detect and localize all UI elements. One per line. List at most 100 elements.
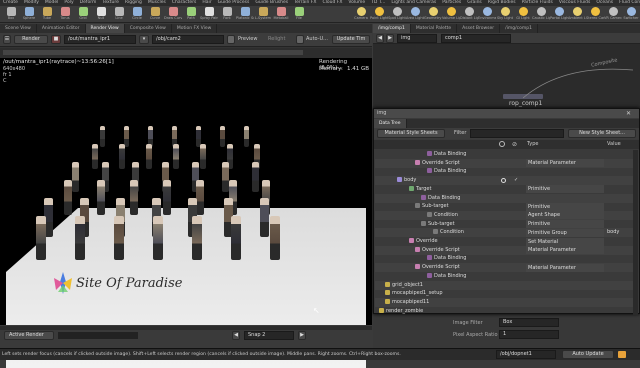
tab-data-tree[interactable]: Data Tree bbox=[374, 119, 407, 128]
tab-render-view[interactable]: Render View bbox=[85, 24, 125, 33]
shelf-tool-tube[interactable]: Tube bbox=[38, 6, 56, 22]
preview-checkbox[interactable] bbox=[227, 35, 235, 44]
tree-row[interactable]: Data Binding bbox=[375, 254, 637, 263]
tree-row-type[interactable]: Material Parameter bbox=[526, 263, 604, 272]
data-tree-titlebar[interactable]: img ✕ bbox=[374, 109, 639, 118]
tab--img-comp1[interactable]: /img/comp1 bbox=[500, 24, 538, 33]
shelf-tool-platonic-solids[interactable]: Platonic Solids bbox=[236, 6, 254, 22]
shelf-tool-point-light[interactable]: Point Light bbox=[370, 6, 388, 22]
mode-dropdown[interactable]: Material Style Sheets bbox=[377, 129, 445, 138]
tab-scene-view[interactable]: Scene View bbox=[0, 24, 37, 33]
tab-composite-view[interactable]: Composite View bbox=[125, 24, 172, 33]
path-comp[interactable]: comp1 bbox=[441, 34, 511, 43]
tree-row[interactable]: Data Binding bbox=[375, 150, 637, 159]
new-style-sheet-button[interactable]: New Style Sheet... bbox=[568, 129, 636, 138]
back-icon[interactable]: ◀ bbox=[376, 34, 384, 43]
path-img[interactable]: img bbox=[397, 34, 437, 43]
update-mode-icon[interactable] bbox=[618, 351, 626, 358]
shelf-tool-camera[interactable]: Camera bbox=[352, 6, 370, 22]
camera-path-field[interactable]: /obj/cam2 bbox=[152, 35, 224, 44]
pixel-aspect-field[interactable]: 1 bbox=[499, 330, 559, 339]
close-icon[interactable]: ✕ bbox=[626, 109, 631, 118]
shelf-tool-sphere[interactable]: Sphere bbox=[20, 6, 38, 22]
shelf-tool-volume-light[interactable]: Volume Light bbox=[442, 6, 460, 22]
shelf-tool-torus[interactable]: Torus bbox=[56, 6, 74, 22]
tab-motion-fx-view[interactable]: Motion FX View bbox=[172, 24, 218, 33]
tree-row[interactable]: Condition Primitive Group body bbox=[375, 228, 637, 238]
snapshot-strip[interactable] bbox=[58, 332, 138, 339]
tree-row[interactable]: Override Script Material Parameter bbox=[375, 263, 637, 273]
shelf-tool-geometry-light[interactable]: Geometry Light bbox=[424, 6, 442, 22]
shelf-tool-portal-light[interactable]: Portal Light bbox=[550, 6, 568, 22]
shelf-tool-gi-light[interactable]: GI Light bbox=[514, 6, 532, 22]
snap-field[interactable]: Snap 2 bbox=[244, 331, 294, 340]
tree-row[interactable]: mocapbiped1_setup bbox=[375, 289, 637, 298]
tree-row[interactable]: Override Set Material bbox=[375, 237, 637, 246]
tree-row[interactable]: Data Binding bbox=[375, 167, 637, 176]
shelf-tool-distant-light[interactable]: Distant Light bbox=[460, 6, 478, 22]
shelf-tool-draw-curve[interactable]: Draw Curve bbox=[164, 6, 182, 22]
active-render-dropdown[interactable]: Active Render bbox=[4, 331, 54, 340]
tree-row-type[interactable]: Primitive bbox=[526, 185, 604, 194]
render-button[interactable]: Render bbox=[14, 35, 48, 44]
status-path[interactable]: /obj/dopnet1 bbox=[496, 350, 556, 359]
tree-row[interactable]: Data Binding bbox=[375, 193, 637, 203]
rop-path-field[interactable]: /out/mantra_ipr1 bbox=[64, 35, 136, 44]
tree-row[interactable]: body ✓ bbox=[375, 176, 637, 186]
tree-row-type[interactable]: Material Parameter bbox=[526, 159, 604, 168]
tree-row[interactable]: Condition Agent Shape bbox=[375, 210, 637, 220]
tree-row[interactable]: grid_object1 bbox=[375, 280, 637, 290]
tree-row-type[interactable]: Set Material bbox=[526, 237, 604, 246]
stop-icon[interactable]: ■ bbox=[51, 35, 61, 44]
tree-row-type[interactable]: Primitive bbox=[526, 202, 604, 211]
tree-row[interactable]: Target Primitive bbox=[375, 185, 637, 194]
tree-row[interactable]: Override Script Material Parameter bbox=[375, 158, 637, 168]
shelf-tool-spot-light[interactable]: Spot Light bbox=[388, 6, 406, 22]
shelf-tool-null[interactable]: Null bbox=[92, 6, 110, 22]
shelf-tool-environment-light[interactable]: Environment Light bbox=[478, 6, 496, 22]
shelf-tool-curve[interactable]: Curve bbox=[146, 6, 164, 22]
snap-prev-icon[interactable]: ◀ bbox=[232, 331, 240, 340]
tree-row-type[interactable]: Primitive Group bbox=[526, 228, 604, 237]
tree-row[interactable]: Data Binding bbox=[375, 272, 637, 281]
tree-row[interactable]: render_zombie bbox=[375, 307, 637, 315]
shelf-tool-path[interactable]: Path bbox=[182, 6, 200, 22]
shelf-tool-switcher[interactable]: Switcher bbox=[622, 6, 640, 22]
shelf-tool-sky-light[interactable]: Sky Light bbox=[496, 6, 514, 22]
tab-animation-editor[interactable]: Animation Editor bbox=[37, 24, 86, 33]
data-tree-scrollbar[interactable] bbox=[633, 150, 638, 315]
image-filter-field[interactable]: Box bbox=[499, 318, 559, 327]
forward-icon[interactable]: ▶ bbox=[386, 34, 394, 43]
tab--img-comp1[interactable]: /img/comp1 bbox=[373, 24, 411, 33]
shelf-tool-metaball[interactable]: Metaball bbox=[272, 6, 290, 22]
shelf-tool-font[interactable]: Font bbox=[218, 6, 236, 22]
tree-row-type[interactable]: Material Parameter bbox=[526, 246, 604, 255]
filter-input[interactable] bbox=[470, 129, 564, 138]
tree-row[interactable]: Override Script Material Parameter bbox=[375, 245, 637, 255]
update-time-button[interactable]: Update Tim bbox=[332, 35, 370, 44]
auto-update-checkbox[interactable] bbox=[296, 35, 304, 44]
shelf-tool-stereo-camera[interactable]: Stereo Camera bbox=[586, 6, 604, 22]
shelf-tool-area-light[interactable]: Area Light bbox=[406, 6, 424, 22]
render-menu-icon[interactable]: ☰ bbox=[3, 35, 11, 44]
tree-row[interactable]: mocapbiped11 bbox=[375, 297, 637, 307]
shelf-tool-box[interactable]: Box bbox=[2, 6, 20, 22]
relight-label[interactable]: Relight bbox=[268, 35, 285, 44]
render-scrollbar[interactable] bbox=[0, 326, 372, 330]
shelf-tool-ambient-light[interactable]: Ambient Light bbox=[568, 6, 586, 22]
tree-row-value[interactable]: body bbox=[607, 228, 619, 237]
shelf-tool-l-system[interactable]: L-System bbox=[254, 6, 272, 22]
tab-asset-browser[interactable]: Asset Browser bbox=[457, 24, 501, 33]
shelf-tool-vr-camera[interactable]: VR Camera bbox=[604, 6, 622, 22]
snap-next-icon[interactable]: ▶ bbox=[298, 331, 306, 340]
tree-row-type[interactable]: Agent Shape bbox=[526, 211, 604, 220]
auto-update-button[interactable]: Auto Update bbox=[562, 350, 614, 359]
render-image[interactable]: /out/mantra_ipr1(raytrace)~13:56:26[1] 6… bbox=[0, 58, 372, 368]
tree-row[interactable]: Sub-target Primitive bbox=[375, 202, 637, 211]
shelf-tool-spray-paint[interactable]: Spray Paint bbox=[200, 6, 218, 22]
shelf-tool-caustic-light[interactable]: Caustic Light bbox=[532, 6, 550, 22]
shelf-tool-line[interactable]: Line bbox=[110, 6, 128, 22]
shelf-tool-circle[interactable]: Circle bbox=[128, 6, 146, 22]
tree-row-type[interactable]: Primitive bbox=[526, 220, 604, 229]
tab-material-palette[interactable]: Material Palette bbox=[411, 24, 458, 33]
